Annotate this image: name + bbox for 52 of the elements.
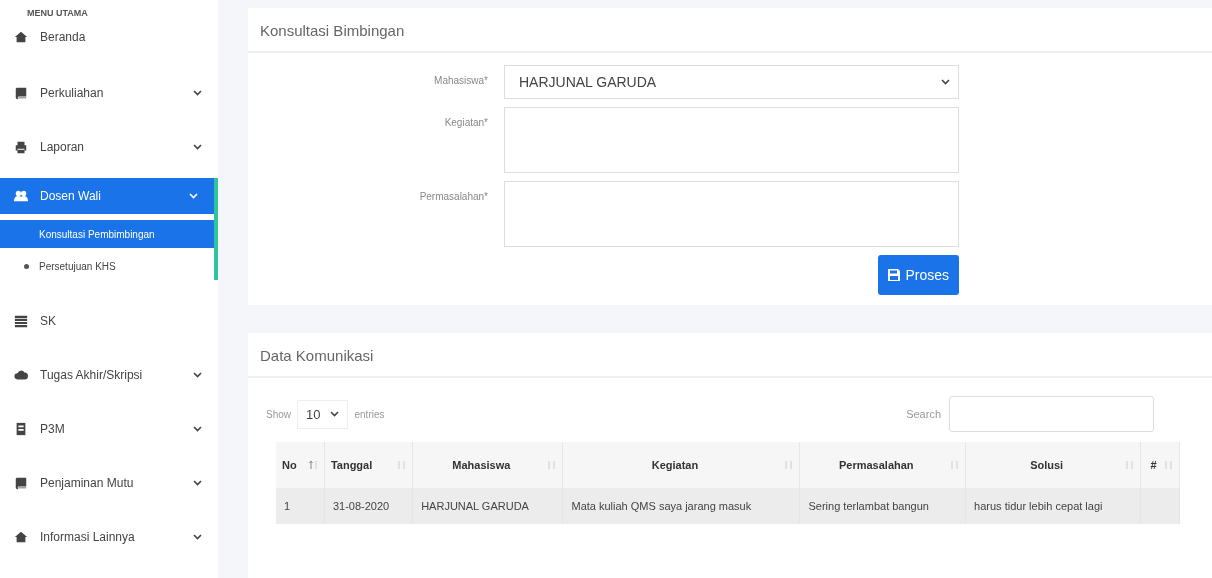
table-cell bbox=[1140, 488, 1180, 524]
field-label: Permasalahan* bbox=[418, 190, 488, 204]
table-cell: 1 bbox=[276, 488, 325, 524]
column-header[interactable]: No bbox=[276, 442, 325, 488]
save-icon bbox=[888, 269, 901, 281]
book-icon bbox=[14, 86, 28, 100]
printer-icon bbox=[14, 140, 28, 154]
student-select[interactable]: HARJUNAL GARUDA bbox=[504, 65, 959, 99]
table-cell: harus tidur lebih cepat lagi bbox=[965, 488, 1141, 524]
search-label: Search bbox=[906, 408, 941, 420]
field-label: Kegiatan* bbox=[443, 116, 488, 130]
show-label: Show bbox=[266, 408, 291, 420]
home-icon bbox=[14, 530, 28, 544]
table-cell: HARJUNAL GARUDA bbox=[412, 488, 563, 524]
table-cell: 31-08-2020 bbox=[324, 488, 413, 524]
book-icon bbox=[14, 476, 28, 490]
caret-icon bbox=[941, 79, 950, 85]
list-icon bbox=[14, 314, 28, 328]
home-icon bbox=[14, 30, 28, 44]
caret-icon bbox=[330, 411, 340, 417]
building-icon bbox=[14, 422, 28, 436]
sidebar-item[interactable]: P3M bbox=[0, 402, 218, 456]
card-title: Data Komunikasi bbox=[248, 333, 1212, 378]
sidebar-item[interactable]: Informasi Lainnya bbox=[0, 510, 218, 564]
users-icon bbox=[14, 189, 28, 203]
card-title: Konsultasi Bimbingan bbox=[248, 8, 1212, 53]
sidebar-item[interactable]: Perkuliahan bbox=[0, 66, 218, 120]
table-cell: Mata kuliah QMS saya jarang masuk bbox=[562, 488, 800, 524]
submenu-item[interactable]: Konsultasi Pembimbingan bbox=[0, 220, 214, 248]
column-header[interactable]: Tanggal bbox=[324, 442, 413, 488]
field-label: Mahasiswa* bbox=[433, 74, 488, 88]
text-area[interactable] bbox=[504, 181, 959, 247]
column-header[interactable]: # bbox=[1140, 442, 1180, 488]
process-button[interactable]: Proses bbox=[878, 255, 959, 295]
menu-heading: MENU UTAMA bbox=[26, 8, 89, 20]
column-header[interactable]: Permasalahan bbox=[800, 442, 966, 488]
column-header[interactable]: Solusi bbox=[965, 442, 1141, 488]
sidebar-item[interactable]: Laporan bbox=[0, 120, 218, 174]
column-header[interactable]: Mahasiswa bbox=[412, 442, 563, 488]
cloud-icon bbox=[14, 368, 28, 382]
sidebar-item[interactable]: Penjaminan Mutu bbox=[0, 456, 218, 510]
search-field[interactable] bbox=[949, 396, 1154, 432]
text-area[interactable] bbox=[504, 107, 959, 173]
column-header[interactable]: Kegiatan bbox=[562, 442, 800, 488]
sidebar-item[interactable]: SK bbox=[0, 294, 218, 348]
entries-label: entries bbox=[354, 408, 385, 420]
sidebar-item[interactable]: Tugas Akhir/Skripsi bbox=[0, 348, 218, 402]
submenu-item[interactable]: Persetujuan KHS bbox=[0, 252, 214, 280]
page-size-select[interactable]: 10 bbox=[297, 399, 349, 429]
sidebar-item[interactable]: Beranda bbox=[0, 22, 218, 52]
sidebar-item[interactable]: Dosen Wali bbox=[0, 178, 214, 214]
table-cell: Sering terlambat bangun bbox=[800, 488, 966, 524]
